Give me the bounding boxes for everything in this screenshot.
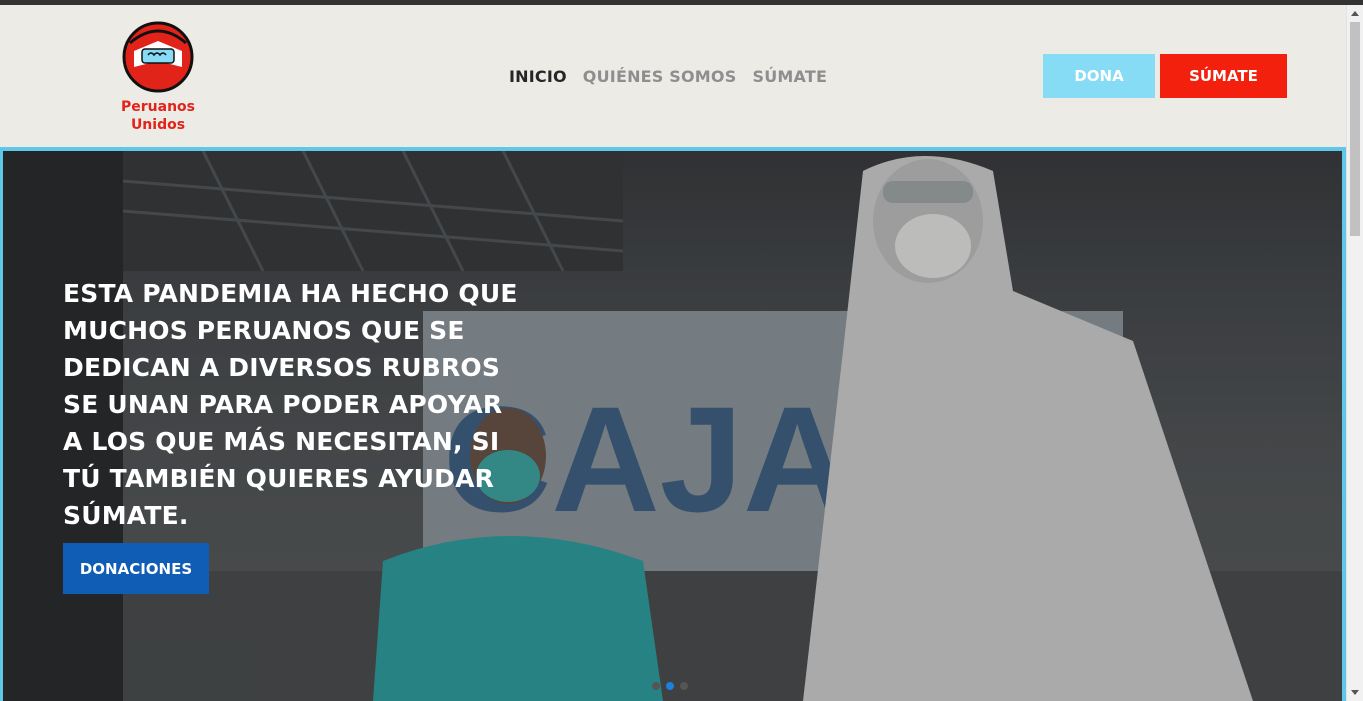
nav-item-quienes-somos[interactable]: QUIÉNES SOMOS <box>583 67 737 86</box>
logo-line-2: Unidos <box>130 117 186 133</box>
donaciones-button[interactable]: DONACIONES <box>63 543 209 594</box>
carousel-indicators <box>652 682 688 690</box>
logo-wordmark: Peruanos Unidos <box>100 98 216 134</box>
hero-headline: ESTA PANDEMIA HA HECHO QUE MUCHOS PERUAN… <box>63 279 518 530</box>
scroll-up-icon[interactable] <box>1351 11 1359 16</box>
carousel-dot-1[interactable] <box>652 682 660 690</box>
scroll-down-icon[interactable] <box>1351 690 1359 695</box>
site-header: Peruanos Unidos INICIO QUIÉNES SOMOS SÚM… <box>0 5 1346 147</box>
hero-slide: CAJA ESTA PANDEMIA HA HECHO QUE MUCHOS P… <box>3 151 1342 701</box>
carousel-dot-2[interactable] <box>666 682 674 690</box>
nav-item-inicio[interactable]: INICIO <box>509 67 567 86</box>
hero-carousel: CAJA ESTA PANDEMIA HA HECHO QUE MUCHOS P… <box>0 147 1346 701</box>
vertical-scrollbar[interactable] <box>1346 5 1363 701</box>
scrollbar-thumb[interactable] <box>1350 22 1360 236</box>
peruanos-unidos-logo[interactable] <box>120 21 196 93</box>
sumate-button[interactable]: SÚMATE <box>1160 54 1287 98</box>
dona-button[interactable]: DONA <box>1043 54 1155 98</box>
carousel-dot-3[interactable] <box>680 682 688 690</box>
logo-line-1: Peruanos <box>121 99 195 115</box>
nav-item-sumate[interactable]: SÚMATE <box>752 67 827 86</box>
main-nav: INICIO QUIÉNES SOMOS SÚMATE <box>509 67 827 86</box>
